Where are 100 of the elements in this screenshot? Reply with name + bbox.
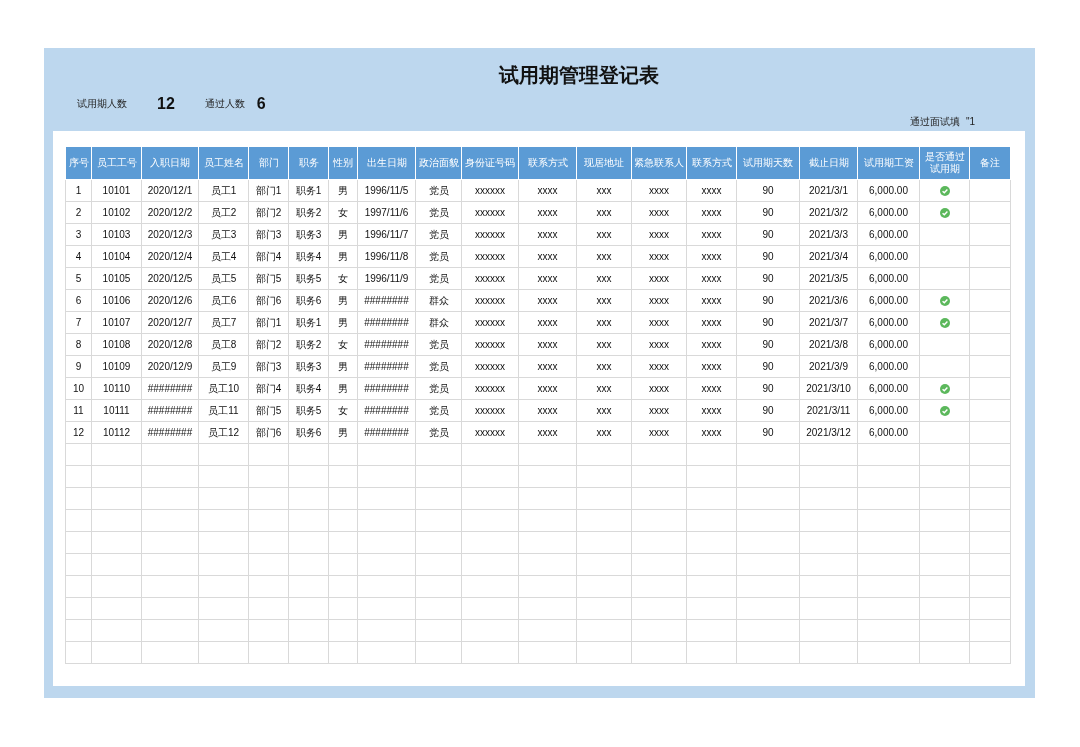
table-cell: xxxx bbox=[686, 399, 737, 422]
table-cell: xxxx bbox=[631, 333, 687, 356]
table-cell: xxxx bbox=[518, 289, 577, 312]
column-header: 试用期工资 bbox=[857, 146, 920, 180]
table-cell: ######## bbox=[357, 355, 416, 378]
table-cell: 10106 bbox=[91, 289, 142, 312]
table-cell: 党员 bbox=[415, 333, 462, 356]
column-header: 职务 bbox=[288, 146, 329, 180]
table-cell: xxxx bbox=[686, 333, 737, 356]
table-cell: 2021/3/7 bbox=[799, 311, 858, 334]
table-cell: 员工6 bbox=[198, 289, 249, 312]
table-cell: 部门5 bbox=[248, 399, 289, 422]
table-cell: 2021/3/9 bbox=[799, 355, 858, 378]
table-cell: 2020/12/4 bbox=[141, 245, 199, 268]
table-cell: xxxx bbox=[631, 399, 687, 422]
table-cell: 职务4 bbox=[288, 377, 329, 400]
table-cell: ######## bbox=[357, 333, 416, 356]
table-cell: 2021/3/2 bbox=[799, 201, 858, 224]
table-cell: 男 bbox=[328, 289, 358, 312]
table-cell: xxx bbox=[576, 245, 632, 268]
column-header: 备注 bbox=[969, 146, 1011, 180]
table-cell: 10110 bbox=[91, 377, 142, 400]
table-cell: 员工3 bbox=[198, 223, 249, 246]
table-cell: xxxxxx bbox=[461, 311, 519, 334]
table-cell: 90 bbox=[736, 421, 800, 444]
table-cell: 90 bbox=[736, 201, 800, 224]
table-cell: ######## bbox=[357, 289, 416, 312]
table-cell: 1 bbox=[65, 179, 92, 202]
table-cell: xxxx bbox=[631, 377, 687, 400]
table-cell: 10108 bbox=[91, 333, 142, 356]
table-cell: xxxxxx bbox=[461, 355, 519, 378]
table-cell: xxxx bbox=[686, 223, 737, 246]
table-cell: 男 bbox=[328, 245, 358, 268]
column-header: 出生日期 bbox=[357, 146, 416, 180]
table-cell: 90 bbox=[736, 223, 800, 246]
table-cell: ######## bbox=[141, 399, 199, 422]
table-cell: 女 bbox=[328, 267, 358, 290]
table-cell: 8 bbox=[65, 333, 92, 356]
table-cell: 群众 bbox=[415, 311, 462, 334]
table-cell: 2021/3/12 bbox=[799, 421, 858, 444]
table-cell: 党员 bbox=[415, 179, 462, 202]
table-cell: 6,000.00 bbox=[857, 355, 920, 378]
table-cell: xxx bbox=[576, 179, 632, 202]
table-cell: xxxxxx bbox=[461, 223, 519, 246]
table-cell: 90 bbox=[736, 399, 800, 422]
table-cell: 10103 bbox=[91, 223, 142, 246]
table-cell: xxxxxx bbox=[461, 289, 519, 312]
table-cell: 部门2 bbox=[248, 333, 289, 356]
table-cell: 2020/12/3 bbox=[141, 223, 199, 246]
summary-value: 12 bbox=[157, 95, 175, 113]
table-cell: 6,000.00 bbox=[857, 311, 920, 334]
table-cell: 3 bbox=[65, 223, 92, 246]
table-cell: xxxxxx bbox=[461, 377, 519, 400]
table-cell: 女 bbox=[328, 333, 358, 356]
table-cell: xxx bbox=[576, 399, 632, 422]
table-cell: 6,000.00 bbox=[857, 289, 920, 312]
table-cell: 部门2 bbox=[248, 201, 289, 224]
table-cell: 10 bbox=[65, 377, 92, 400]
table-cell: xxxxxx bbox=[461, 267, 519, 290]
table-cell: xxxx bbox=[518, 201, 577, 224]
table-cell: 2020/12/2 bbox=[141, 201, 199, 224]
table-cell: 1996/11/5 bbox=[357, 179, 416, 202]
table-cell: 女 bbox=[328, 201, 358, 224]
table-cell: xxxx bbox=[631, 179, 687, 202]
table-cell: 11 bbox=[65, 399, 92, 422]
table-cell: ######## bbox=[357, 421, 416, 444]
table-cell: 6,000.00 bbox=[857, 201, 920, 224]
table-cell: xxxxxx bbox=[461, 179, 519, 202]
table-cell: 90 bbox=[736, 267, 800, 290]
table-cell: 职务5 bbox=[288, 399, 329, 422]
table-cell: 10112 bbox=[91, 421, 142, 444]
table-cell: 员工12 bbox=[198, 421, 249, 444]
table-cell: xxxx bbox=[686, 311, 737, 334]
table-cell: 职务1 bbox=[288, 311, 329, 334]
table-cell: 6,000.00 bbox=[857, 399, 920, 422]
table-cell: 2 bbox=[65, 201, 92, 224]
table-cell: 党员 bbox=[415, 355, 462, 378]
table-cell: xxxx bbox=[518, 245, 577, 268]
summary-label: 通过人数 bbox=[204, 97, 245, 111]
table-cell: 党员 bbox=[415, 421, 462, 444]
table-cell: 6,000.00 bbox=[857, 245, 920, 268]
table-cell: 12 bbox=[65, 421, 92, 444]
column-header: 是否通过试用期 bbox=[919, 146, 970, 180]
table-cell: xxxx bbox=[518, 223, 577, 246]
table-cell: xxxx bbox=[518, 421, 577, 444]
column-header: 身份证号码 bbox=[461, 146, 519, 180]
column-header: 试用期天数 bbox=[736, 146, 800, 180]
table-cell: 党员 bbox=[415, 223, 462, 246]
table-cell: 部门6 bbox=[248, 289, 289, 312]
table-cell: xxxx bbox=[631, 311, 687, 334]
table-cell: 2021/3/4 bbox=[799, 245, 858, 268]
table-cell: 90 bbox=[736, 355, 800, 378]
table-cell: 10111 bbox=[91, 399, 142, 422]
table-cell: 员工5 bbox=[198, 267, 249, 290]
table-cell: xxx bbox=[576, 201, 632, 224]
table-cell: 员工1 bbox=[198, 179, 249, 202]
column-header: 政治面貌 bbox=[415, 146, 462, 180]
table-cell: 2020/12/7 bbox=[141, 311, 199, 334]
table-cell: 2021/3/5 bbox=[799, 267, 858, 290]
table-cell: 员工4 bbox=[198, 245, 249, 268]
